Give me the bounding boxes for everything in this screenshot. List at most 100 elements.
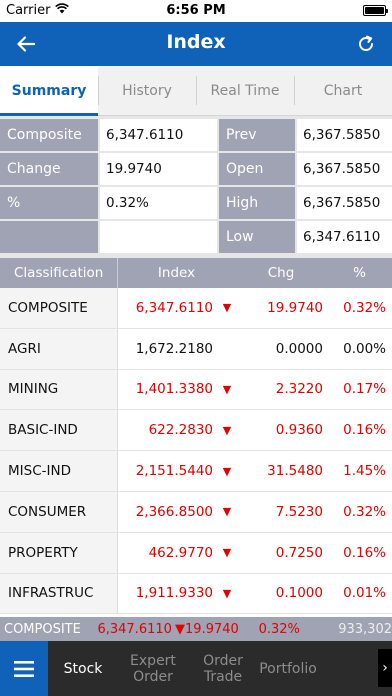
ticker-name: COMPOSITE bbox=[4, 621, 81, 637]
row-name: MINING bbox=[0, 369, 118, 410]
status-bar: Carrier 6:56 PM bbox=[0, 0, 392, 22]
summary-value: 6,367.5850 bbox=[297, 153, 392, 185]
row-pct: 0.32% bbox=[343, 503, 386, 520]
ticker-chg: ▼19.9740 bbox=[175, 621, 239, 637]
tab-bar: Summary History Real Time Chart bbox=[0, 66, 392, 116]
summary-row-high: High 6,367.5850 bbox=[219, 187, 392, 219]
summary-left-column: Composite 6,347.6110 Change 19.9740 % 0.… bbox=[0, 119, 217, 253]
row-pct: 0.01% bbox=[343, 585, 386, 602]
ticker-pct: 0.32% bbox=[258, 621, 300, 637]
down-arrow-icon: ▼ bbox=[222, 505, 232, 519]
row-index-cell: 1,672.2180 bbox=[118, 329, 235, 369]
refresh-icon[interactable] bbox=[352, 30, 380, 58]
row-index: 2,366.8500 bbox=[135, 503, 213, 520]
nav-portfolio[interactable]: Portfolio bbox=[258, 661, 318, 677]
table-row[interactable]: COMPOSITE 6,347.6110 ▼ 19.9740 0.32% bbox=[0, 288, 392, 329]
summary-value: 19.9740 bbox=[100, 153, 217, 185]
row-chg: 0.7250 bbox=[275, 544, 323, 561]
summary-row-low: Low 6,347.6110 bbox=[219, 221, 392, 253]
status-time: 6:56 PM bbox=[166, 3, 226, 18]
summary-value: 6,347.6110 bbox=[297, 221, 392, 253]
row-name: PROPERTY bbox=[0, 532, 118, 573]
row-name: CONSUMER bbox=[0, 491, 118, 532]
nav-bar: Index bbox=[0, 22, 392, 66]
row-chg: 0.9360 bbox=[275, 422, 323, 439]
summary-row-empty bbox=[0, 221, 217, 253]
row-index-cell: 6,347.6110 ▼ bbox=[118, 288, 235, 328]
header-chg[interactable]: Chg bbox=[235, 258, 327, 288]
nav-expert-order[interactable]: Expert Order bbox=[118, 653, 188, 685]
row-index-cell: 2,366.8500 ▼ bbox=[118, 492, 235, 532]
classification-table-header: Classification Index Chg % bbox=[0, 258, 392, 288]
summary-value: 6,367.5850 bbox=[297, 119, 392, 151]
table-row[interactable]: CONSUMER 2,366.8500 ▼ 7.5230 0.32% bbox=[0, 491, 392, 533]
row-chg: 7.5230 bbox=[275, 503, 323, 520]
row-pct: 0.17% bbox=[343, 381, 386, 398]
tab-summary[interactable]: Summary bbox=[0, 66, 98, 116]
classification-table: COMPOSITE 6,347.6110 ▼ 19.9740 0.32% AGRI… bbox=[0, 288, 392, 615]
bottom-nav: Stock Expert Order Order Trade Portfolio… bbox=[0, 641, 392, 696]
row-index: 2,151.5440 bbox=[135, 463, 213, 480]
summary-label: Prev bbox=[219, 119, 295, 151]
row-name: MISC-IND bbox=[0, 451, 118, 491]
summary-label: High bbox=[219, 187, 295, 219]
ticker-volume: 933,302 bbox=[338, 621, 392, 637]
down-arrow-icon: ▼ bbox=[222, 464, 232, 478]
row-index-cell: 462.9770 ▼ bbox=[118, 533, 235, 573]
row-name: COMPOSITE bbox=[0, 288, 118, 328]
table-row[interactable]: AGRI 1,672.2180 0.0000 0.00% bbox=[0, 328, 392, 370]
row-chg: 19.9740 bbox=[267, 299, 323, 316]
row-index-cell: 622.2830 ▼ bbox=[118, 410, 235, 450]
row-index-cell: 1,911.9330 ▼ bbox=[118, 574, 235, 614]
down-arrow-icon: ▼ bbox=[222, 586, 232, 600]
summary-row-percent: % 0.32% bbox=[0, 187, 217, 219]
summary-value: 0.32% bbox=[100, 187, 217, 219]
table-row[interactable]: MISC-IND 2,151.5440 ▼ 31.5480 1.45% bbox=[0, 451, 392, 492]
row-chg: 0.0000 bbox=[275, 340, 323, 357]
table-row[interactable]: INFRASTRUC 1,911.9330 ▼ 0.1000 0.01% bbox=[0, 573, 392, 615]
row-pct: 0.16% bbox=[343, 422, 386, 439]
table-row[interactable]: MINING 1,401.3380 ▼ 2.3220 0.17% bbox=[0, 369, 392, 411]
header-index[interactable]: Index bbox=[118, 258, 235, 288]
summary-label: Low bbox=[219, 221, 295, 253]
battery-icon bbox=[363, 5, 388, 16]
table-row[interactable]: BASIC-IND 622.2830 ▼ 0.9360 0.16% bbox=[0, 410, 392, 452]
summary-row-change: Change 19.9740 bbox=[0, 153, 217, 185]
summary-value: 6,347.6110 bbox=[100, 119, 217, 151]
row-chg: 2.3220 bbox=[275, 381, 323, 398]
summary-value: 6,367.5850 bbox=[297, 187, 392, 219]
menu-icon[interactable] bbox=[0, 641, 48, 696]
header-pct[interactable]: % bbox=[327, 258, 392, 288]
row-index: 1,672.2180 bbox=[135, 340, 213, 357]
chevron-right-icon[interactable]: › bbox=[378, 649, 392, 687]
summary-label: Open bbox=[219, 153, 295, 185]
tab-history[interactable]: History bbox=[98, 66, 196, 115]
down-arrow-icon: ▼ bbox=[222, 301, 232, 315]
row-index: 6,347.6110 bbox=[135, 299, 213, 316]
nav-order-trade[interactable]: Order Trade bbox=[188, 653, 258, 685]
running-ticker: COMPOSITE 6,347.6110 ▼19.9740 0.32% 933,… bbox=[0, 617, 392, 641]
row-index-cell: 2,151.5440 ▼ bbox=[118, 451, 235, 491]
summary-label: Change bbox=[0, 153, 98, 185]
row-index: 1,401.3380 bbox=[135, 381, 213, 398]
tab-real-time[interactable]: Real Time bbox=[196, 66, 294, 115]
row-index: 462.9770 bbox=[148, 544, 213, 561]
summary-value bbox=[100, 221, 217, 253]
row-index: 1,911.9330 bbox=[135, 585, 213, 602]
down-arrow-icon: ▼ bbox=[222, 423, 232, 437]
row-pct: 0.16% bbox=[343, 544, 386, 561]
table-row[interactable]: PROPERTY 462.9770 ▼ 0.7250 0.16% bbox=[0, 532, 392, 574]
header-classification[interactable]: Classification bbox=[0, 258, 118, 288]
nav-stock[interactable]: Stock bbox=[48, 661, 118, 677]
row-pct: 0.32% bbox=[343, 299, 386, 316]
summary-panel: Composite 6,347.6110 Change 19.9740 % 0.… bbox=[0, 116, 392, 258]
row-index: 622.2830 bbox=[148, 422, 213, 439]
summary-label bbox=[0, 221, 98, 253]
row-chg: 31.5480 bbox=[267, 463, 323, 480]
row-pct: 0.00% bbox=[343, 340, 386, 357]
tab-chart[interactable]: Chart bbox=[294, 66, 392, 115]
page-title: Index bbox=[166, 31, 226, 53]
summary-row-prev: Prev 6,367.5850 bbox=[219, 119, 392, 151]
summary-row-composite: Composite 6,347.6110 bbox=[0, 119, 217, 151]
row-pct: 1.45% bbox=[343, 463, 386, 480]
